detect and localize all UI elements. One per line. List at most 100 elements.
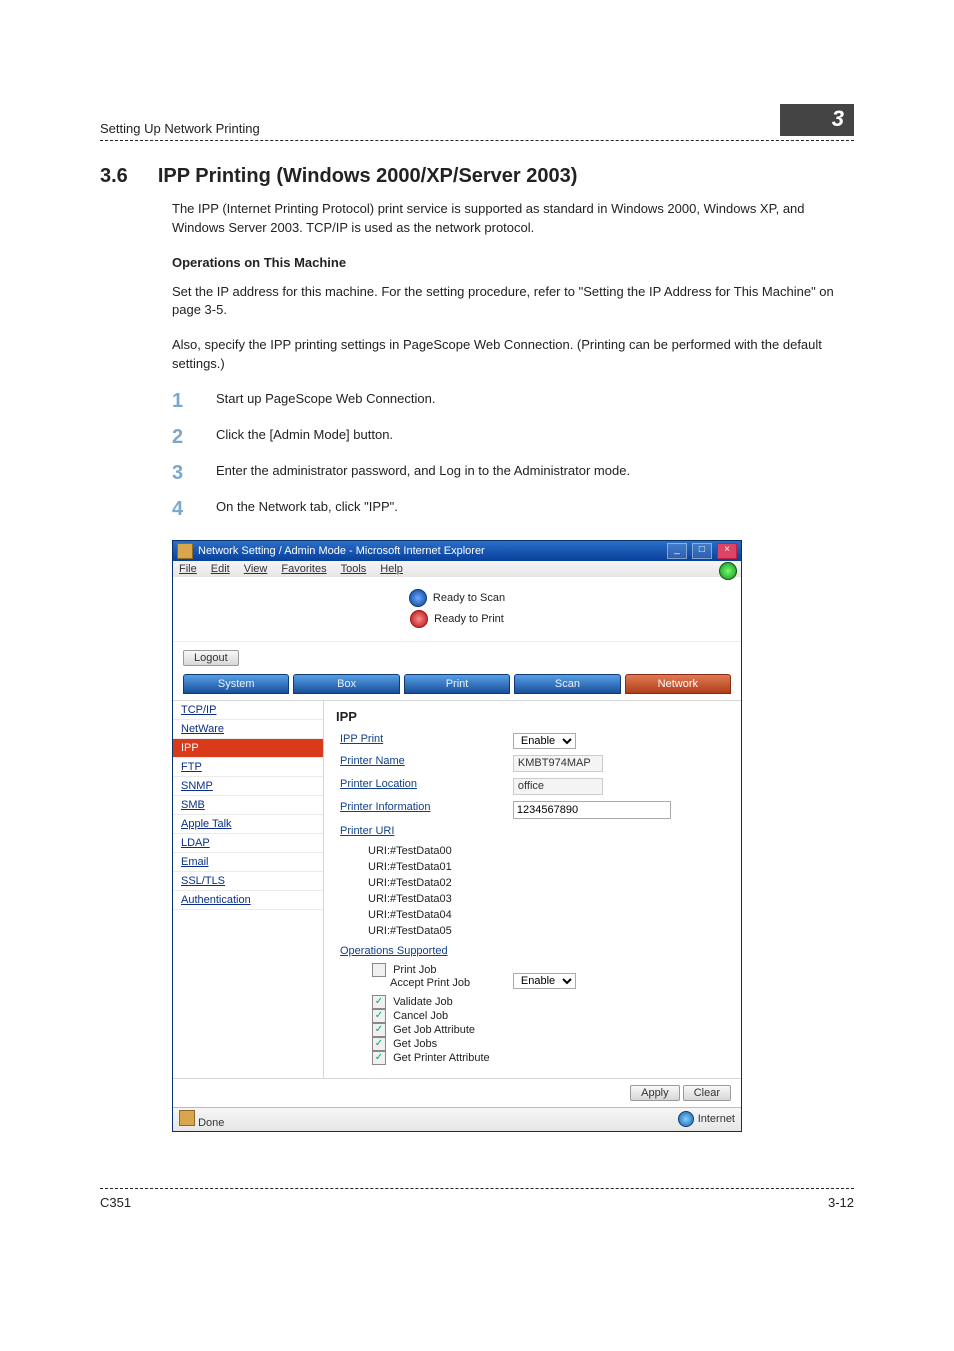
footer-left: C351 (100, 1195, 131, 1210)
step-text: Click the [Admin Mode] button. (216, 426, 854, 445)
section-title: IPP Printing (Windows 2000/XP/Server 200… (158, 165, 578, 188)
sidebar-item-email[interactable]: Email (173, 853, 323, 872)
checkbox-icon[interactable]: ✓ (372, 1009, 386, 1023)
printer-name-value: KMBT974MAP (513, 755, 603, 772)
sidebar-item-netware[interactable]: NetWare (173, 720, 323, 739)
apply-button[interactable]: Apply (630, 1085, 680, 1101)
chapter-badge: 3 (780, 104, 854, 136)
app-icon (179, 1110, 195, 1126)
intro-paragraph: The IPP (Internet Printing Protocol) pri… (172, 200, 854, 238)
printer-location-label[interactable]: Printer Location (336, 775, 509, 798)
op-row: ✓ Get Printer Attribute (372, 1051, 725, 1065)
ipp-print-select[interactable]: Enable (513, 733, 576, 749)
op-row: ✓ Get Job Attribute (372, 1023, 725, 1037)
tab-box[interactable]: Box (293, 674, 399, 694)
step-item: 2 Click the [Admin Mode] button. (172, 426, 854, 448)
print-dot-icon (410, 610, 428, 628)
menu-file[interactable]: File (179, 563, 197, 575)
op-label: Print Job (393, 964, 436, 976)
ops-para-1: Set the IP address for this machine. For… (172, 283, 854, 321)
ipp-print-label[interactable]: IPP Print (336, 730, 509, 752)
step-text: On the Network tab, click "IPP". (216, 498, 854, 517)
checkbox-icon[interactable]: ✓ (372, 995, 386, 1009)
menu-view[interactable]: View (244, 563, 268, 575)
browser-titlebar: Network Setting / Admin Mode - Microsoft… (173, 541, 741, 561)
browser-window: Network Setting / Admin Mode - Microsoft… (172, 540, 742, 1132)
step-item: 4 On the Network tab, click "IPP". (172, 498, 854, 520)
ready-scan-label: Ready to Scan (433, 592, 505, 604)
step-item: 3 Enter the administrator password, and … (172, 462, 854, 484)
checkbox-icon[interactable]: ✓ (372, 1023, 386, 1037)
tab-system[interactable]: System (183, 674, 289, 694)
checkbox-icon[interactable] (372, 963, 386, 977)
sidebar-item-ssltls[interactable]: SSL/TLS (173, 872, 323, 891)
tab-print[interactable]: Print (404, 674, 510, 694)
step-number: 2 (172, 426, 194, 448)
checkbox-icon[interactable]: ✓ (372, 1051, 386, 1065)
printer-location-value: office (513, 778, 603, 795)
printer-information-label[interactable]: Printer Information (336, 798, 509, 822)
uri-item: URI:#TestData04 (368, 907, 725, 923)
tab-network[interactable]: Network (625, 674, 731, 694)
network-sidebar: TCP/IP NetWare IPP FTP SNMP SMB Apple Ta… (173, 701, 324, 1078)
clear-button[interactable]: Clear (683, 1085, 731, 1101)
step-text: Start up PageScope Web Connection. (216, 390, 854, 409)
checkbox-icon[interactable]: ✓ (372, 1037, 386, 1051)
op-label: Cancel Job (393, 1010, 448, 1022)
op-label: Get Printer Attribute (393, 1052, 490, 1064)
op-row: ✓ Validate Job (372, 995, 725, 1009)
ready-print-label: Ready to Print (434, 613, 504, 625)
uri-item: URI:#TestData03 (368, 891, 725, 907)
running-head: Setting Up Network Printing (100, 121, 260, 136)
step-number: 1 (172, 390, 194, 412)
op-row: ✓ Get Jobs (372, 1037, 725, 1051)
step-number: 3 (172, 462, 194, 484)
sidebar-item-tcpip[interactable]: TCP/IP (173, 701, 323, 720)
uri-item: URI:#TestData02 (368, 875, 725, 891)
printer-name-label[interactable]: Printer Name (336, 752, 509, 775)
sidebar-item-ipp[interactable]: IPP (173, 739, 323, 758)
footer-right: 3-12 (828, 1195, 854, 1210)
printer-uri-list: URI:#TestData00 URI:#TestData01 URI:#Tes… (368, 843, 725, 939)
admin-tabs: System Box Print Scan Network (173, 672, 741, 700)
op-label: Accept Print Job (390, 977, 470, 989)
statusbar-left: Done (179, 1110, 224, 1129)
minimize-button[interactable]: _ (667, 543, 687, 559)
sidebar-item-snmp[interactable]: SNMP (173, 777, 323, 796)
accept-print-job-select[interactable]: Enable (513, 973, 576, 989)
uri-item: URI:#TestData05 (368, 923, 725, 939)
op-label: Get Job Attribute (393, 1024, 475, 1036)
op-row: Print Job (372, 963, 505, 977)
step-text: Enter the administrator password, and Lo… (216, 462, 854, 481)
apply-row: Apply Clear (173, 1078, 741, 1107)
maximize-button[interactable]: □ (692, 543, 712, 559)
op-label: Get Jobs (393, 1038, 437, 1050)
menu-favorites[interactable]: Favorites (281, 563, 326, 575)
ipp-panel: IPP IPP Print Enable Printer Name (324, 701, 741, 1078)
scan-dot-icon (409, 589, 427, 607)
menu-tools[interactable]: Tools (341, 563, 367, 575)
sidebar-item-ftp[interactable]: FTP (173, 758, 323, 777)
menu-help[interactable]: Help (380, 563, 403, 575)
close-button[interactable]: × (717, 543, 737, 559)
go-button-icon[interactable] (719, 562, 737, 580)
op-row: Accept Print Job (372, 977, 505, 989)
operations-supported-label[interactable]: Operations Supported (336, 942, 729, 960)
statusbar-right: Internet (698, 1113, 735, 1125)
menu-edit[interactable]: Edit (211, 563, 230, 575)
section-number: 3.6 (100, 165, 128, 188)
tab-scan[interactable]: Scan (514, 674, 620, 694)
panel-heading: IPP (336, 709, 729, 724)
sidebar-item-ldap[interactable]: LDAP (173, 834, 323, 853)
sidebar-item-authentication[interactable]: Authentication (173, 891, 323, 910)
sidebar-item-appletalk[interactable]: Apple Talk (173, 815, 323, 834)
printer-uri-label[interactable]: Printer URI (336, 822, 729, 840)
logout-button[interactable]: Logout (183, 650, 239, 666)
printer-information-input[interactable] (513, 801, 671, 819)
step-number: 4 (172, 498, 194, 520)
app-icon (177, 543, 193, 559)
op-label: Validate Job (393, 996, 453, 1008)
window-title: Network Setting / Admin Mode - Microsoft… (198, 545, 485, 557)
status-banner: Ready to Scan Ready to Print (173, 577, 741, 642)
sidebar-item-smb[interactable]: SMB (173, 796, 323, 815)
